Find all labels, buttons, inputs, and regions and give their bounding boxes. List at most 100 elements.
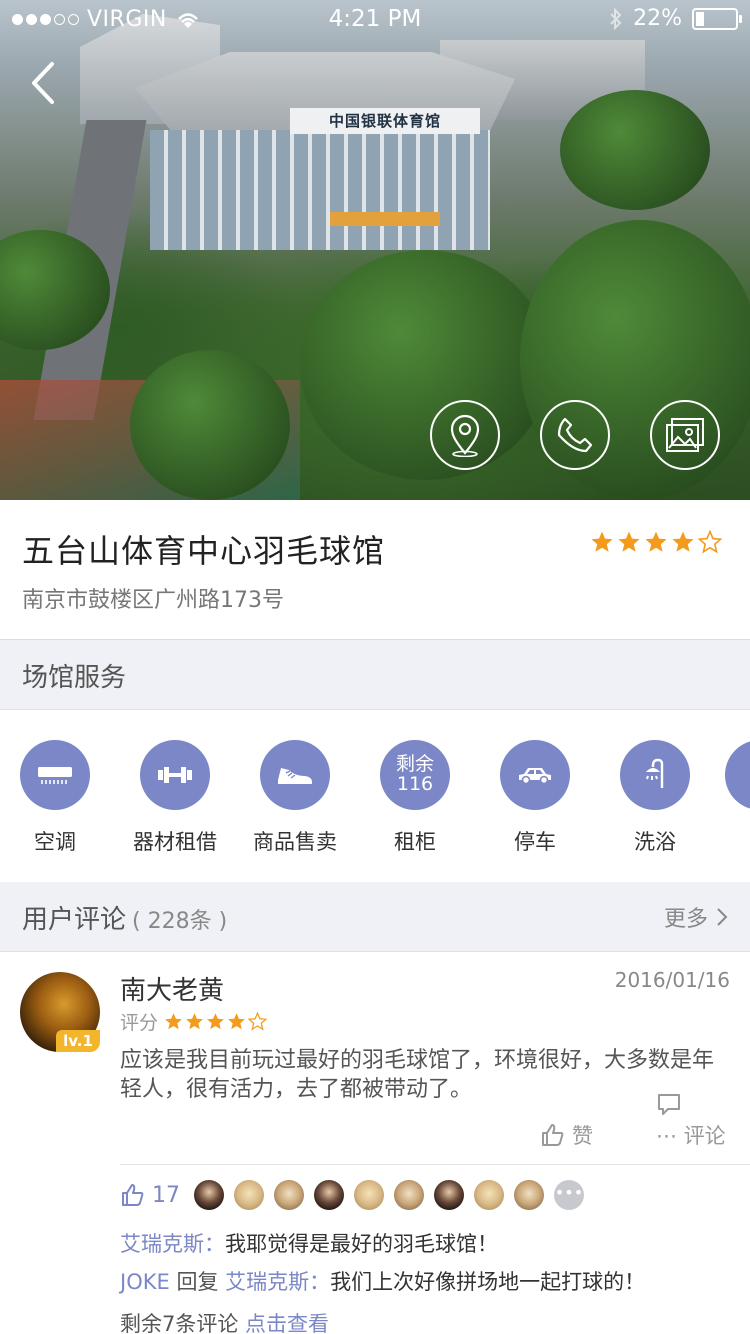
service-air-conditioning: 空调: [0, 740, 110, 856]
venue-title: 五台山体育中心羽毛球馆: [22, 532, 386, 570]
comment-bubble-icon: [658, 1094, 680, 1115]
service-label: 停车: [514, 830, 556, 854]
star-filled-icon: [591, 531, 613, 552]
stadium-facade: [150, 130, 490, 250]
review-card: lv.1 南大老黄 2016/01/16 评分 应该是我目前玩过最好的羽毛球馆了…: [0, 952, 750, 1334]
avatar[interactable]: [354, 1180, 384, 1210]
comment-line: 艾瑞克斯：我耶觉得是最好的羽毛球馆！: [120, 1228, 498, 1258]
comment-line: JOKE 回复 艾瑞克斯：我们上次好像拼场地一起打球的！: [120, 1266, 645, 1296]
avatar[interactable]: [234, 1180, 264, 1210]
more-reviews-link[interactable]: 更多: [664, 901, 728, 933]
service-shower: 洗浴: [600, 740, 710, 856]
battery-icon: [692, 7, 742, 30]
avatar[interactable]: [394, 1180, 424, 1210]
star-filled-icon: [228, 1013, 245, 1030]
service-goods-sale: 商品售卖: [240, 740, 350, 856]
reviewer-name[interactable]: 南大老黄: [120, 970, 224, 1007]
star-filled-icon: [618, 531, 640, 552]
score-label: 评分: [120, 1012, 159, 1034]
review-date: 2016/01/16: [614, 968, 730, 992]
reviews-header-label: 用户评论( 228条 ): [22, 899, 227, 936]
service-label: 商品售卖: [253, 830, 337, 854]
location-button[interactable]: [430, 400, 500, 470]
avatar[interactable]: [434, 1180, 464, 1210]
service-icon-bg: [500, 740, 570, 810]
gallery-icon: [666, 418, 704, 452]
stadium-banner: [330, 212, 440, 226]
location-pin-icon: [450, 414, 480, 457]
service-label: 租柜: [394, 830, 436, 854]
service-parking: 停车: [480, 740, 590, 856]
more-likers-icon[interactable]: •••: [554, 1180, 584, 1210]
services-list[interactable]: 空调 器材租借 商品售卖 剩余 116 租柜 停车 洗浴: [0, 710, 750, 882]
reply-label: 回复: [169, 1270, 226, 1294]
avatar[interactable]: [274, 1180, 304, 1210]
avatar[interactable]: [514, 1180, 544, 1210]
battery-percent: 22%: [633, 6, 682, 31]
review-rating: [164, 1012, 268, 1031]
tree: [560, 90, 710, 210]
phone-icon: [557, 417, 593, 453]
services-title: 场馆服务: [22, 663, 127, 693]
photos-button[interactable]: [650, 400, 720, 470]
service-equipment-rental: 器材租借: [120, 740, 230, 856]
thumbs-up-icon: [542, 1124, 564, 1146]
view-comments-link[interactable]: 点击查看: [245, 1312, 329, 1334]
star-filled-icon: [165, 1013, 182, 1030]
service-label: 器材租借: [133, 830, 217, 854]
locker-remaining-badge: 剩余 116: [380, 740, 450, 810]
level-badge: lv.1: [56, 1030, 100, 1052]
avatar[interactable]: [314, 1180, 344, 1210]
venue-info: 五台山体育中心羽毛球馆 南京市鼓楼区广州路173号: [0, 500, 750, 640]
call-button[interactable]: [540, 400, 610, 470]
service-icon-bg: [20, 740, 90, 810]
comment-user[interactable]: JOKE: [120, 1270, 170, 1294]
avatar[interactable]: [474, 1180, 504, 1210]
stadium-sign: 中国银联体育馆: [290, 108, 480, 134]
star-filled-icon: [645, 531, 667, 552]
divider: [120, 1164, 750, 1165]
service-more-partial: [705, 740, 750, 810]
status-bar: VIRGIN 4:21 PM 22%: [0, 0, 750, 40]
review-text: 应该是我目前玩过最好的羽毛球馆了，环境很好，大多数是年轻人，很有活力，去了都被带…: [120, 1048, 715, 1102]
hero-image: 中国银联体育馆 VIRGIN 4:21 PM 22%: [0, 0, 750, 500]
like-count: 17: [152, 1182, 180, 1208]
remaining-comments-text: 剩余7条评论: [120, 1312, 246, 1334]
services-header: 场馆服务: [0, 640, 750, 710]
comment-user[interactable]: 艾瑞克斯：: [120, 1232, 225, 1256]
like-label: 赞: [572, 1124, 593, 1148]
dumbbell-icon: [158, 767, 192, 783]
comment-text: 我耶觉得是最好的羽毛球馆！: [225, 1232, 498, 1256]
locker-remaining-label: 剩余: [395, 753, 434, 776]
bluetooth-icon: [610, 7, 622, 30]
review-score: 评分: [120, 1008, 268, 1035]
sneaker-icon: [278, 768, 312, 784]
service-label: 洗浴: [634, 830, 676, 854]
more-label: 更多: [663, 907, 708, 932]
like-button[interactable]: 赞: [540, 1120, 593, 1150]
star-filled-icon: [186, 1013, 203, 1030]
service-icon-bg: [140, 740, 210, 810]
more-dots-icon: ⋯: [656, 1124, 684, 1148]
shower-icon: [646, 758, 664, 788]
reviews-header[interactable]: 用户评论( 228条 ) 更多: [0, 882, 750, 952]
comment-text: 我们上次好像拼场地一起打球的！: [330, 1270, 646, 1294]
service-icon-bg: [620, 740, 690, 810]
star-empty-icon: [248, 1012, 268, 1031]
reply-to-user[interactable]: 艾瑞克斯：: [225, 1270, 330, 1294]
locker-remaining-count: 116: [396, 773, 434, 795]
star-filled-icon: [672, 531, 694, 552]
reviews-title: 用户评论: [22, 905, 127, 935]
reviews-count: ( 228条 ): [132, 909, 228, 934]
venue-address[interactable]: 南京市鼓楼区广州路173号: [22, 582, 284, 614]
chevron-right-icon: [717, 908, 728, 926]
likes-row[interactable]: 17 •••: [120, 1180, 584, 1210]
service-locker-rental: 剩余 116 租柜: [360, 740, 470, 856]
service-icon-bg: [260, 740, 330, 810]
car-icon: [519, 768, 551, 785]
thumbs-up-icon: [122, 1184, 144, 1206]
star-empty-icon: [698, 530, 722, 554]
avatar[interactable]: [194, 1180, 224, 1210]
service-label: 空调: [34, 830, 76, 854]
back-arrow-icon[interactable]: [24, 58, 64, 108]
